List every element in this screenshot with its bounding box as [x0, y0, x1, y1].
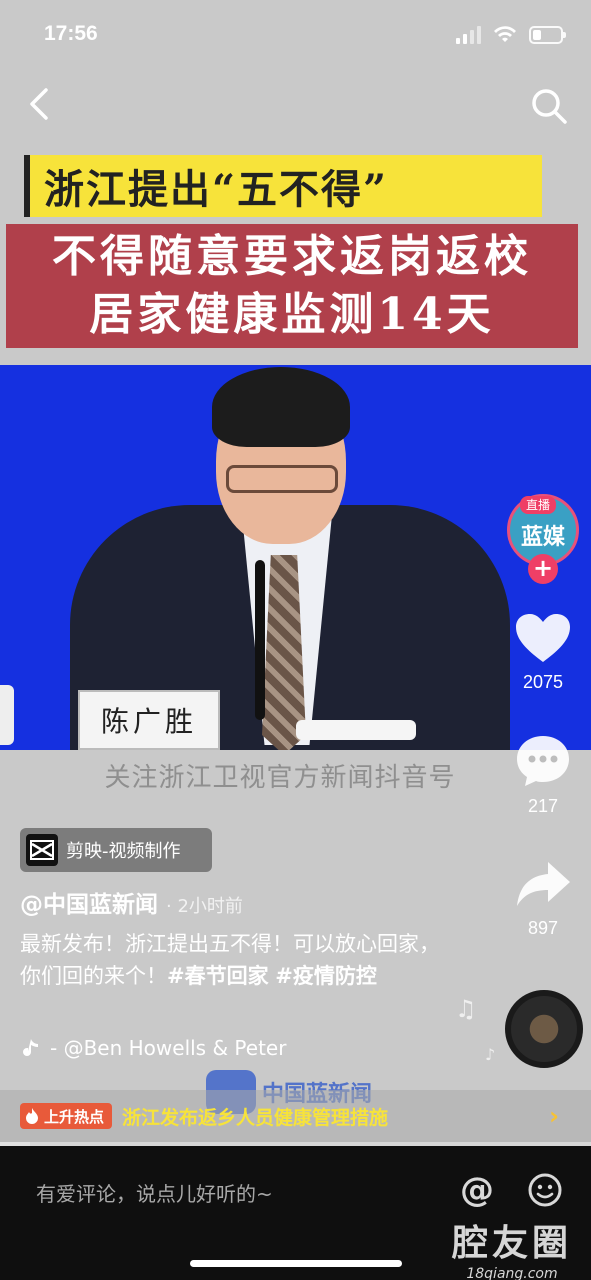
nameplate: 陈广胜 — [78, 690, 220, 750]
capcut-icon — [26, 834, 58, 866]
music-row[interactable]: - @Ben Howells & Peter — [20, 1036, 286, 1060]
back-icon[interactable] — [22, 86, 58, 122]
headline-yellow: 浙江提出“五不得” — [24, 155, 542, 217]
capcut-label: 剪映-视频制作 — [66, 841, 181, 862]
hashtag-2[interactable]: #疫情防控 — [275, 964, 377, 988]
video-caption: 最新发布！浙江提出五不得！可以放心回家，你们回的来个！#春节回家 #疫情防控 — [20, 928, 460, 992]
like-button[interactable]: 2075 — [508, 612, 578, 693]
comment-icon — [517, 736, 569, 786]
status-time: 17:56 — [44, 22, 98, 45]
comment-input[interactable]: 有爱评论，说点儿好听的~ — [36, 1178, 273, 1207]
hashtag-1[interactable]: #春节回家 — [167, 964, 269, 988]
site-watermark: 腔友圈 18qiang.com — [452, 1214, 572, 1280]
at-mention-icon[interactable]: @ — [460, 1170, 494, 1210]
share-count: 897 — [527, 918, 559, 938]
comment-count: 217 — [527, 796, 559, 816]
status-icons — [456, 26, 566, 44]
capcut-chip[interactable]: 剪映-视频制作 — [20, 828, 212, 872]
headline-red-line1: 不得随意要求返岗返校 — [52, 231, 532, 282]
chevron-right-icon: › — [549, 1102, 559, 1130]
site-watermark-url: 18qiang.com — [466, 1266, 558, 1280]
hot-topic-title: 浙江发布返乡人员健康管理措施 — [122, 1106, 389, 1129]
comment-button[interactable]: 217 — [508, 734, 578, 817]
headline-yellow-text: 浙江提出“五不得” — [44, 166, 389, 213]
music-text: - @Ben Howells & Peter — [50, 1036, 287, 1060]
follow-button[interactable]: + — [528, 554, 558, 584]
video-watermark: 关注浙江卫视官方新闻抖音号 — [104, 763, 456, 793]
music-note-icon: ♫ — [455, 995, 477, 1023]
hot-badge-text: 上升热点 — [44, 1107, 105, 1126]
video-frame[interactable]: 陈广胜 — [0, 365, 591, 750]
like-count: 2075 — [522, 672, 564, 692]
emoji-icon[interactable] — [527, 1172, 563, 1208]
post-time: · 2小时前 — [166, 896, 243, 917]
headline-red-line2: 居家健康监测14天 — [89, 289, 495, 340]
share-icon — [517, 862, 570, 906]
nameplate-text: 陈广胜 — [100, 705, 197, 738]
author-row: @中国蓝新闻 · 2小时前 — [20, 885, 243, 919]
headline-red: 不得随意要求返岗返校 居家健康监测14天 — [6, 224, 578, 348]
signal-icon — [456, 26, 481, 44]
side-chair — [0, 685, 14, 745]
live-avatar-text: 蓝媒 — [520, 525, 565, 550]
music-note-small-icon: ♪ — [485, 1045, 496, 1064]
status-bar: 17:56 — [0, 0, 591, 72]
tiktok-note-icon — [23, 1039, 38, 1056]
music-disc[interactable] — [505, 990, 583, 1068]
speaker-hair — [212, 367, 350, 447]
hot-badge: 上升热点 — [20, 1103, 113, 1129]
hot-topic-bar[interactable]: 上升热点 浙江发布返乡人员健康管理措施 › — [0, 1090, 591, 1142]
speaker-glasses — [226, 465, 338, 493]
wifi-icon — [494, 26, 516, 42]
home-indicator[interactable] — [190, 1260, 402, 1267]
heart-icon — [516, 614, 570, 662]
flame-icon — [26, 1108, 38, 1124]
author-name[interactable]: @中国蓝新闻 — [20, 885, 158, 919]
search-icon[interactable] — [529, 86, 569, 126]
share-button[interactable]: 897 — [508, 858, 578, 939]
live-tag: 直播 — [520, 496, 557, 514]
microphone — [255, 560, 265, 720]
papers — [296, 720, 416, 740]
site-watermark-name: 腔友圈 — [452, 1223, 573, 1264]
battery-icon — [529, 26, 566, 44]
